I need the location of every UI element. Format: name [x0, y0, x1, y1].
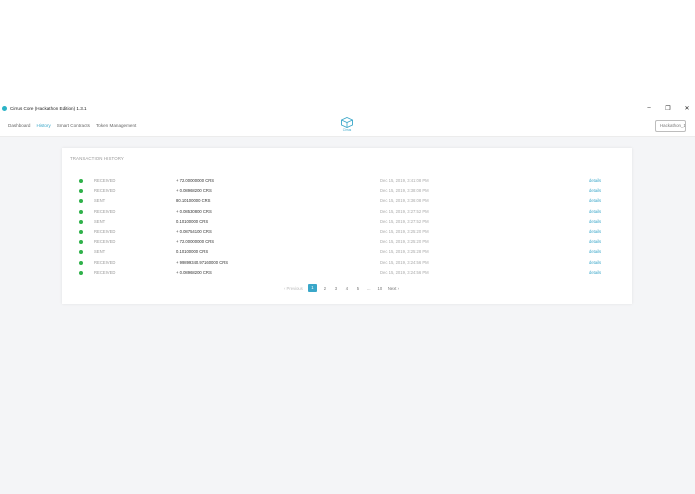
transaction-type: SENT — [94, 198, 106, 204]
table-row[interactable]: RECEIVED + 99899340.97160000 CRS Dec 15,… — [62, 258, 632, 268]
status-dot-icon — [79, 260, 83, 265]
details-link[interactable]: details — [589, 178, 601, 183]
transaction-date: Dec 15, 2019, 3:25:28 PM — [380, 249, 429, 255]
transaction-date: Dec 15, 2019, 3:24:56 PM — [380, 269, 429, 275]
transaction-type: RECEIVED — [94, 239, 116, 245]
transaction-amount: + 0.08754100 CRS — [176, 228, 212, 234]
pagination-previous[interactable]: ‹ Previous — [284, 286, 303, 291]
transaction-type: SENT — [94, 218, 106, 224]
main-content: TRANSACTION HISTORY RECEIVED + 72.000000… — [0, 137, 695, 494]
transaction-amount: 0.10100000 CRS — [176, 218, 209, 224]
minimize-icon[interactable]: – — [645, 105, 653, 111]
nav-history[interactable]: History — [36, 123, 50, 128]
transaction-history-card: TRANSACTION HISTORY RECEIVED + 72.000000… — [62, 148, 632, 304]
table-row[interactable]: RECEIVED + 0.08530800 CRS Dec 15, 2019, … — [62, 207, 632, 217]
table-row[interactable]: RECEIVED + 72.00000000 CRS Dec 15, 2019,… — [62, 237, 632, 247]
transaction-date: Dec 15, 2019, 3:25:20 PM — [380, 239, 429, 245]
transaction-date: Dec 15, 2019, 3:24:56 PM — [380, 259, 429, 265]
title-left: Cirrus Core (Hackathon Edition) 1.3.1 — [2, 105, 87, 111]
pagination-page-5[interactable]: 5 — [355, 286, 361, 291]
nav-token-management[interactable]: Token Management — [96, 123, 136, 128]
pagination-page-1[interactable]: 1 — [307, 284, 317, 292]
status-dot-icon — [79, 199, 83, 204]
transaction-amount: + 72.00000000 CRS — [176, 178, 215, 183]
table-row[interactable]: SENT 0.10100000 CRS Dec 15, 2019, 3:27:5… — [62, 217, 632, 227]
table-row[interactable]: RECEIVED + 0.08968200 CRS Dec 15, 2019, … — [62, 186, 632, 196]
app-icon — [2, 105, 7, 111]
nav-dashboard[interactable]: Dashboard — [8, 123, 30, 128]
app-window: Cirrus Core (Hackathon Edition) 1.3.1 – … — [0, 101, 695, 494]
close-icon[interactable]: ✕ — [683, 105, 691, 112]
transaction-type: RECEIVED — [94, 178, 116, 183]
pagination-page-4[interactable]: 4 — [344, 286, 350, 291]
details-link[interactable]: details — [589, 270, 601, 275]
pagination-next[interactable]: Next › — [388, 286, 399, 291]
table-row[interactable]: SENT 0.10100000 CRS Dec 15, 2019, 3:25:2… — [62, 247, 632, 257]
transaction-type: RECEIVED — [94, 208, 116, 214]
window-title: Cirrus Core (Hackathon Edition) 1.3.1 — [10, 105, 87, 111]
details-link[interactable]: details — [589, 209, 601, 214]
top-nav: Dashboard History Smart Contracts Token … — [0, 115, 695, 137]
transaction-date: Dec 15, 2019, 3:41:08 PM — [380, 178, 429, 183]
transaction-list: RECEIVED + 72.00000000 CRS Dec 15, 2019,… — [62, 176, 632, 278]
transaction-amount: 80.10100000 CRS — [176, 198, 211, 204]
transaction-amount: + 0.08968200 CRS — [176, 269, 212, 275]
status-dot-icon — [79, 229, 83, 234]
transaction-type: RECEIVED — [94, 228, 116, 234]
title-bar: Cirrus Core (Hackathon Edition) 1.3.1 – … — [0, 101, 695, 115]
status-dot-icon — [79, 179, 83, 183]
details-link[interactable]: details — [589, 198, 601, 203]
pagination: ‹ Previous 1 2 3 4 5 ... 10 Next › — [284, 284, 399, 292]
nav-smart-contracts[interactable]: Smart Contracts — [57, 123, 90, 128]
window-controls: – ❐ ✕ — [645, 105, 691, 112]
transaction-amount: + 72.00000000 CRS — [176, 239, 215, 245]
maximize-icon[interactable]: ❐ — [664, 105, 672, 112]
transaction-amount: + 99899340.97160000 CRS — [176, 259, 229, 265]
transaction-type: RECEIVED — [94, 259, 116, 265]
pagination-page-3[interactable]: 3 — [333, 286, 339, 291]
nav-links: Dashboard History Smart Contracts Token … — [8, 123, 136, 128]
transaction-amount: 0.10100000 CRS — [176, 249, 209, 255]
wallet-selector-button[interactable]: Hackathon_1 ▾ — [655, 119, 686, 132]
card-title: TRANSACTION HISTORY — [70, 156, 124, 161]
details-link[interactable]: details — [589, 260, 601, 265]
status-dot-icon — [79, 219, 83, 224]
status-dot-icon — [79, 209, 83, 214]
pagination-ellipsis: ... — [367, 285, 371, 291]
table-row[interactable]: SENT 80.10100000 CRS Dec 15, 2019, 3:36:… — [62, 196, 632, 206]
status-dot-icon — [79, 189, 83, 194]
details-link[interactable]: details — [589, 219, 601, 224]
transaction-date: Dec 15, 2019, 3:38:08 PM — [380, 188, 429, 194]
status-dot-icon — [79, 240, 83, 245]
pagination-page-10[interactable]: 10 — [377, 286, 383, 291]
transaction-date: Dec 15, 2019, 3:25:20 PM — [380, 228, 429, 234]
pagination-page-2[interactable]: 2 — [322, 286, 328, 291]
transaction-type: RECEIVED — [94, 188, 116, 194]
transaction-date: Dec 15, 2019, 3:27:52 PM — [380, 218, 429, 224]
transaction-type: SENT — [94, 249, 106, 255]
cirrus-logo-icon — [341, 117, 353, 128]
cirrus-logo: Cirrus — [340, 117, 354, 135]
logo-text: Cirrus — [342, 128, 352, 132]
transaction-amount: + 0.08968200 CRS — [176, 188, 212, 194]
table-row[interactable]: RECEIVED + 0.08754100 CRS Dec 15, 2019, … — [62, 227, 632, 237]
transaction-amount: + 0.08530800 CRS — [176, 208, 212, 214]
table-row[interactable]: RECEIVED + 0.08968200 CRS Dec 15, 2019, … — [62, 268, 632, 278]
details-link[interactable]: details — [589, 249, 601, 254]
transaction-date: Dec 15, 2019, 3:27:52 PM — [380, 208, 429, 214]
transaction-date: Dec 15, 2019, 3:36:08 PM — [380, 198, 429, 204]
details-link[interactable]: details — [589, 188, 601, 193]
table-row[interactable]: RECEIVED + 72.00000000 CRS Dec 15, 2019,… — [62, 176, 632, 186]
details-link[interactable]: details — [589, 229, 601, 234]
status-dot-icon — [79, 250, 83, 255]
transaction-type: RECEIVED — [94, 269, 116, 275]
status-dot-icon — [79, 270, 83, 275]
details-link[interactable]: details — [589, 239, 601, 244]
